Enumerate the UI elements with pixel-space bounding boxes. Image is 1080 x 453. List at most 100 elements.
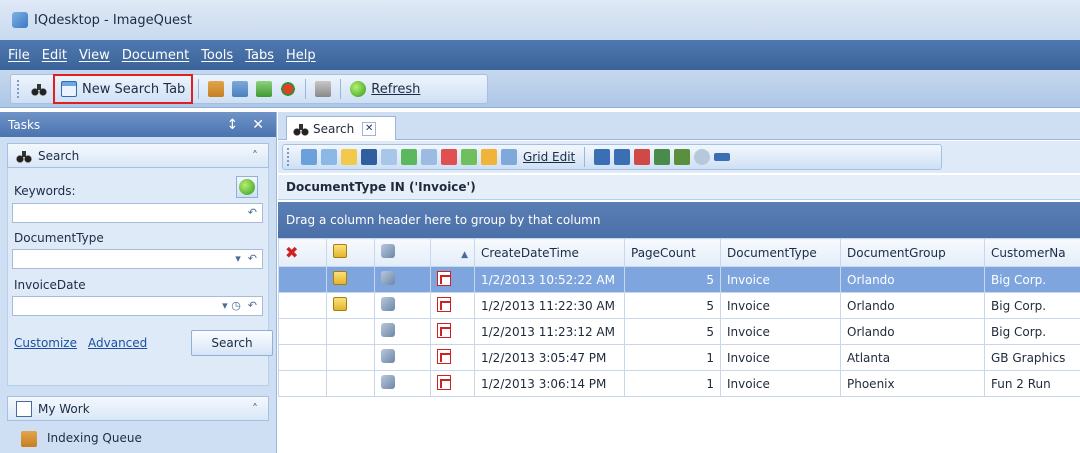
tab-search[interactable]: Search ✕ — [286, 116, 396, 140]
row-note-cell — [326, 292, 375, 319]
pdf-icon[interactable] — [437, 322, 451, 338]
delete-icon[interactable] — [441, 149, 457, 165]
document-type-dropdown[interactable]: ▾ ↶ — [12, 249, 263, 269]
sort-column-header[interactable]: ▲ — [430, 238, 475, 267]
menu-bar: File Edit View Document Tools Tabs Help — [0, 40, 1080, 70]
pdf-icon[interactable] — [437, 374, 451, 390]
clear-filter-icon[interactable] — [634, 149, 651, 165]
pdf-icon[interactable] — [437, 296, 451, 312]
find-button[interactable] — [27, 77, 51, 101]
spreadsheet-button[interactable] — [252, 77, 276, 101]
dropdown-arrow-icon[interactable]: ▾ ↶ — [235, 252, 257, 265]
column-header-customername[interactable]: CustomerNa — [984, 238, 1080, 267]
email-icon[interactable] — [421, 149, 437, 165]
cell-pagecount: 5 — [624, 292, 721, 319]
collapse-icon[interactable]: ˄ — [252, 149, 258, 163]
menu-edit[interactable]: Edit — [42, 48, 67, 63]
toolbar-grip[interactable] — [17, 80, 21, 98]
menu-file[interactable]: File — [8, 48, 30, 63]
menu-view[interactable]: View — [79, 48, 110, 63]
row-file-cell — [430, 344, 475, 371]
indexing-queue-item[interactable]: Indexing Queue — [47, 431, 142, 445]
tasks-title: Tasks — [8, 117, 41, 132]
note-icon[interactable] — [341, 149, 357, 165]
new-search-tab-button[interactable]: New Search Tab — [53, 74, 194, 104]
undo-icon[interactable]: ↶ — [248, 206, 257, 219]
cell-customername: Big Corp. — [984, 318, 1080, 345]
column-header-pagecount[interactable]: PageCount — [624, 238, 721, 267]
toolbar-strip: New Search Tab Refresh — [10, 74, 488, 104]
tab-close-icon[interactable]: ✕ — [362, 121, 377, 136]
row-file-cell — [430, 292, 475, 319]
folder-icon[interactable] — [481, 149, 497, 165]
table-row[interactable]: 1/2/2013 11:23:12 AM 5 Invoice Orlando Big C… — [278, 318, 1080, 345]
keywords-input[interactable]: ↶ — [12, 203, 263, 223]
menu-help[interactable]: Help — [286, 48, 316, 63]
cell-pagecount: 1 — [624, 344, 721, 371]
table-row[interactable]: 1/2/2013 3:06:14 PM 1 Invoice Phoenix Fun 2 … — [278, 370, 1080, 397]
paperclip-icon[interactable] — [381, 349, 395, 363]
columns-icon[interactable] — [594, 149, 611, 165]
pin-icon[interactable]: ↕ — [227, 117, 239, 133]
row-note-cell — [326, 370, 375, 397]
table-icon[interactable] — [654, 149, 671, 165]
layout-icon[interactable] — [674, 149, 691, 165]
paperclip-icon[interactable] — [381, 375, 395, 389]
delete-icon[interactable]: ✖ — [285, 243, 298, 262]
toolbar-grip[interactable] — [287, 148, 291, 166]
invoice-date-picker[interactable]: ▾ ◷ ↶ — [12, 296, 263, 316]
search-button[interactable]: Search — [191, 330, 273, 356]
toolbar-separator — [584, 147, 586, 167]
collapse-icon[interactable]: ˄ — [252, 402, 258, 416]
table-row[interactable]: 1/2/2013 10:52:22 AM 5 Invoice Orlando Big C… — [278, 266, 1080, 293]
spreadsheet-icon[interactable] — [461, 149, 477, 165]
view-document-icon[interactable] — [301, 149, 317, 165]
indexing-button[interactable] — [204, 77, 228, 101]
main-toolbar: New Search Tab Refresh — [0, 70, 1080, 108]
minimize-panel-icon[interactable] — [714, 153, 731, 161]
invoice-date-label: InvoiceDate — [14, 278, 86, 292]
my-work-group-header[interactable]: My Work ˄ — [7, 396, 269, 421]
cell-documentgroup: Orlando — [840, 266, 985, 293]
export-icon[interactable] — [401, 149, 417, 165]
table-row[interactable]: 1/2/2013 3:05:47 PM 1 Invoice Atlanta GB Gra… — [278, 344, 1080, 371]
column-header-documentgroup[interactable]: DocumentGroup — [840, 238, 985, 267]
pdf-icon[interactable] — [437, 270, 451, 286]
table-row[interactable]: 1/2/2013 11:22:30 AM 5 Invoice Orlando Big C… — [278, 292, 1080, 319]
refresh-button[interactable]: Refresh — [346, 77, 424, 101]
paperclip-icon[interactable] — [381, 297, 395, 311]
row-delete-cell — [278, 318, 327, 345]
eraser-icon[interactable] — [694, 149, 711, 165]
advanced-link[interactable]: Advanced — [88, 336, 147, 350]
app-icon — [12, 12, 28, 28]
delete-column-header[interactable]: ✖ — [278, 238, 327, 267]
customize-link[interactable]: Customize — [14, 336, 77, 350]
group-by-area[interactable]: Drag a column header here to group by th… — [278, 202, 1080, 238]
menu-document[interactable]: Document — [122, 48, 189, 63]
document-check-button[interactable] — [228, 77, 252, 101]
pdf-icon[interactable] — [437, 348, 451, 364]
cell-customername: GB Graphics — [984, 344, 1080, 371]
rows-icon[interactable] — [614, 149, 631, 165]
attachment-column-header[interactable] — [374, 238, 431, 267]
recycle-button[interactable] — [276, 77, 300, 101]
keyword-search-button[interactable] — [236, 176, 258, 198]
paperclip-icon[interactable] — [381, 323, 395, 337]
grid-edit-button[interactable]: Grid Edit — [523, 150, 575, 164]
close-icon[interactable]: ✕ — [252, 117, 264, 133]
column-header-createdatetime[interactable]: CreateDateTime — [474, 238, 625, 267]
note-column-header[interactable] — [326, 238, 375, 267]
note-icon[interactable] — [333, 271, 347, 285]
date-picker-icons[interactable]: ▾ ◷ ↶ — [222, 299, 257, 312]
results-grid: ✖ ▲ CreateDateTime PageCount DocumentTyp… — [278, 238, 1080, 397]
edit-document-icon[interactable] — [321, 149, 337, 165]
menu-tabs[interactable]: Tabs — [245, 48, 274, 63]
search-group-header[interactable]: Search ˄ — [7, 143, 269, 168]
note-icon[interactable] — [333, 297, 347, 311]
column-header-documenttype[interactable]: DocumentType — [720, 238, 841, 267]
scan-button[interactable] — [311, 77, 335, 101]
print-icon[interactable] — [381, 149, 397, 165]
save-icon[interactable] — [361, 149, 377, 165]
paperclip-icon[interactable] — [381, 271, 395, 285]
menu-tools[interactable]: Tools — [201, 48, 233, 63]
